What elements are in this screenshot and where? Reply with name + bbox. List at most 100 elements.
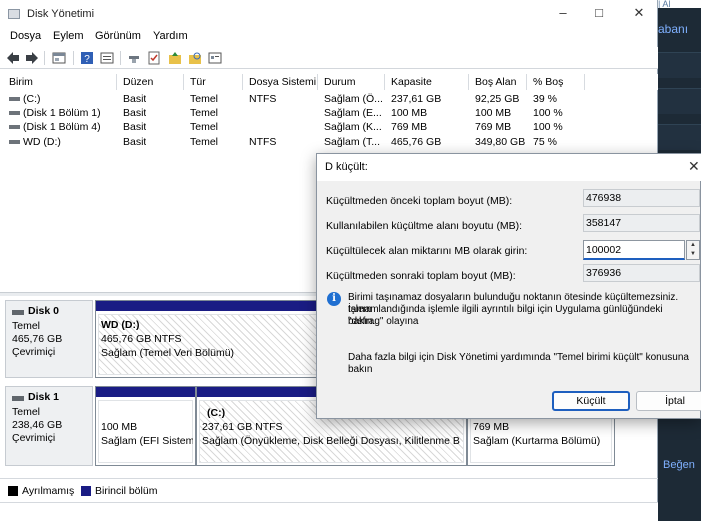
volume-status: Sağlam (E... bbox=[324, 107, 382, 119]
maximize-button[interactable]: □ bbox=[589, 5, 609, 21]
partition-status: Sağlam (Temel Veri Bölümü) bbox=[101, 347, 235, 359]
status-bar bbox=[0, 502, 658, 521]
menu-bar: Dosya Eylem Görünüm Yardım bbox=[0, 28, 657, 45]
volume-percent-free: 39 % bbox=[533, 93, 557, 105]
column-header-file-system[interactable]: Dosya Sistemi bbox=[243, 74, 318, 90]
volume-percent-free: 100 % bbox=[533, 121, 563, 133]
column-header-volume[interactable]: Birim bbox=[3, 74, 117, 90]
volume-free-space: 100 MB bbox=[475, 107, 512, 119]
back-arrow-icon[interactable] bbox=[6, 51, 20, 65]
column-header-status[interactable]: Durum bbox=[318, 74, 385, 90]
svg-text:?: ? bbox=[84, 54, 90, 65]
column-header-capacity[interactable]: Kapasite bbox=[385, 74, 469, 90]
volume-status: Sağlam (Ö... bbox=[324, 93, 383, 105]
volume-row[interactable]: (Disk 1 Bölüm 4) Basit Temel Sağlam (K..… bbox=[3, 120, 658, 134]
toolbar: ? bbox=[0, 47, 658, 69]
volume-name: WD (D:) bbox=[23, 136, 61, 148]
connect-icon[interactable] bbox=[127, 51, 141, 65]
disk-name: Disk 1 bbox=[28, 391, 59, 403]
forward-arrow-icon[interactable] bbox=[25, 51, 39, 65]
background-app-row bbox=[658, 88, 701, 114]
disk-icon bbox=[12, 396, 24, 401]
volume-file-system: NTFS bbox=[249, 93, 277, 105]
properties-icon[interactable] bbox=[100, 51, 114, 65]
help-text-line-1: Daha fazla bilgi için Disk Yönetimi yard… bbox=[348, 352, 689, 363]
primary-partition-swatch bbox=[81, 486, 91, 496]
close-button[interactable]: ✕ bbox=[629, 5, 649, 21]
title-bar: Disk Yönetimi – □ ✕ bbox=[0, 0, 657, 28]
column-header-type[interactable]: Tür bbox=[184, 74, 243, 90]
spin-up-icon[interactable]: ▲ bbox=[687, 241, 699, 250]
menu-file[interactable]: Dosya bbox=[10, 30, 41, 42]
column-header-free-space[interactable]: Boş Alan bbox=[469, 74, 527, 90]
folder-search-icon[interactable] bbox=[188, 51, 202, 65]
volume-status: Sağlam (K... bbox=[324, 121, 382, 133]
disk-1-label[interactable]: Disk 1 Temel 238,46 GB Çevrimiçi bbox=[5, 386, 93, 466]
volume-name: (C:) bbox=[23, 93, 41, 105]
volume-status: Sağlam (T... bbox=[324, 136, 381, 148]
volume-layout: Basit bbox=[123, 121, 147, 133]
column-header-layout[interactable]: Düzen bbox=[117, 74, 184, 90]
folder-up-icon[interactable] bbox=[168, 51, 182, 65]
volume-percent-free: 100 % bbox=[533, 107, 563, 119]
menu-view[interactable]: Görünüm bbox=[95, 30, 141, 42]
background-app-like-link[interactable]: Beğen bbox=[663, 459, 695, 471]
disk-status: Çevrimiçi bbox=[12, 432, 56, 444]
volume-layout: Basit bbox=[123, 136, 147, 148]
disk-0-label[interactable]: Disk 0 Temel 465,76 GB Çevrimiçi bbox=[5, 300, 93, 378]
console-window-icon[interactable] bbox=[208, 51, 222, 65]
minimize-button[interactable]: – bbox=[553, 5, 573, 21]
drive-icon bbox=[9, 97, 20, 101]
volume-capacity: 769 MB bbox=[391, 121, 428, 133]
cancel-button[interactable]: İptal bbox=[636, 391, 701, 411]
volume-free-space: 349,80 GB bbox=[475, 136, 526, 148]
legend-unallocated: Ayrılmamış bbox=[22, 485, 75, 497]
partition-title: WD (D:) bbox=[101, 319, 140, 331]
primary-partition-bar bbox=[96, 387, 195, 397]
volume-layout: Basit bbox=[123, 107, 147, 119]
label-total-after: Küçültmeden sonraki toplam boyut (MB): bbox=[326, 270, 516, 282]
volume-type: Temel bbox=[190, 136, 219, 148]
window-title: Disk Yönetimi bbox=[27, 8, 95, 20]
volume-type: Temel bbox=[190, 107, 219, 119]
legend-primary-partition: Birincil bölüm bbox=[95, 485, 158, 497]
menu-help[interactable]: Yardım bbox=[153, 30, 188, 42]
background-app-row bbox=[658, 52, 701, 78]
checklist-icon[interactable] bbox=[147, 51, 161, 65]
partition-status: Sağlam (Kurtarma Bölümü) bbox=[473, 435, 601, 447]
volume-row[interactable]: (Disk 1 Bölüm 1) Basit Temel Sağlam (E..… bbox=[3, 106, 658, 120]
volume-list-header: Birim Düzen Tür Dosya Sistemi Durum Kapa… bbox=[3, 74, 658, 90]
label-shrink-amount: Küçültülecek alan miktarını MB olarak gi… bbox=[326, 245, 528, 257]
partition-size: 769 MB bbox=[473, 421, 510, 433]
disk-size: 465,76 GB bbox=[12, 333, 63, 345]
disk-icon bbox=[12, 310, 24, 315]
value-total-after: 376936 bbox=[583, 264, 700, 282]
shrink-button[interactable]: Küçült bbox=[552, 391, 630, 411]
shrink-amount-input[interactable] bbox=[583, 240, 685, 260]
volume-name: (Disk 1 Bölüm 1) bbox=[23, 107, 101, 119]
shrink-amount-stepper[interactable]: ▲ ▼ bbox=[686, 240, 700, 260]
disk-type: Temel bbox=[12, 320, 41, 332]
spin-down-icon[interactable]: ▼ bbox=[687, 250, 699, 259]
drive-icon bbox=[9, 125, 20, 129]
drive-icon bbox=[9, 140, 20, 144]
background-app-row bbox=[658, 124, 701, 150]
volume-row[interactable]: (C:) Basit Temel NTFS Sağlam (Ö... 237,6… bbox=[3, 92, 658, 106]
value-available-shrink: 358147 bbox=[583, 214, 700, 232]
volume-row[interactable]: WD (D:) Basit Temel NTFS Sağlam (T... 46… bbox=[3, 135, 658, 149]
dialog-close-icon[interactable]: ✕ bbox=[688, 158, 700, 175]
partition-efi[interactable]: 100 MB Sağlam (EFI Sistem bbox=[95, 386, 196, 466]
help-icon[interactable]: ? bbox=[80, 51, 94, 65]
console-tree-icon[interactable] bbox=[52, 51, 66, 65]
volume-file-system: NTFS bbox=[249, 136, 277, 148]
info-text-line-2: tamamlandığında işlemle ilgili ayrıntılı… bbox=[348, 304, 663, 327]
disk-type: Temel bbox=[12, 406, 41, 418]
menu-action[interactable]: Eylem bbox=[53, 30, 84, 42]
background-app-link[interactable]: abanı bbox=[658, 22, 688, 36]
info-icon: i bbox=[327, 292, 341, 306]
partition-status: Sağlam (Önyükleme, Disk Belleği Dosyası,… bbox=[202, 435, 460, 447]
column-header-percent-free[interactable]: % Boş bbox=[527, 74, 585, 90]
partition-status: Sağlam (EFI Sistem bbox=[101, 435, 193, 447]
volume-capacity: 100 MB bbox=[391, 107, 428, 119]
volume-capacity: 237,61 GB bbox=[391, 93, 442, 105]
